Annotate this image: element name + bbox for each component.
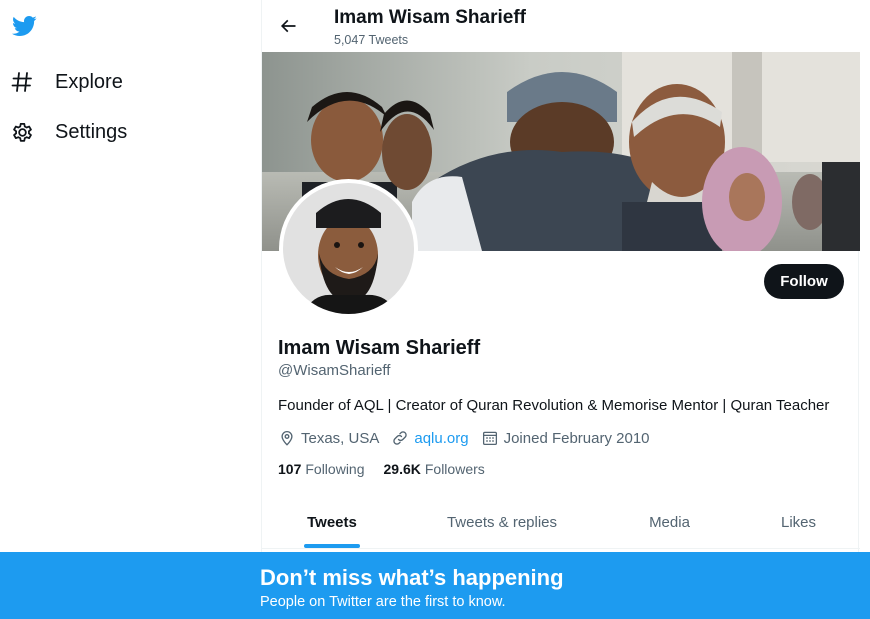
profile-location-text: Texas, USA <box>301 429 380 447</box>
calendar-icon <box>482 431 497 446</box>
nav-settings-label: Settings <box>55 120 128 143</box>
tab-media[interactable]: Media <box>602 496 737 548</box>
profile-column: Imam Wisam Sharieff 5,047 Tweets Follow … <box>261 0 860 619</box>
tab-tweets-label: Tweets <box>307 513 357 531</box>
profile-stats: 107 Following 29.6K Followers <box>278 461 504 477</box>
avatar-image <box>283 183 414 314</box>
profile-website[interactable]: aqlu.org <box>391 429 469 447</box>
tab-tweets-and-replies-label: Tweets & replies <box>446 513 558 531</box>
header-profile-name: Imam Wisam Sharieff <box>334 7 527 28</box>
tab-tweets[interactable]: Tweets <box>262 496 402 548</box>
arrow-left-icon <box>280 19 296 33</box>
nav-explore-label: Explore <box>55 70 123 93</box>
active-tab-indicator <box>304 544 360 548</box>
profile-avatar[interactable] <box>279 179 418 318</box>
following-count: 107 <box>278 461 302 477</box>
profile-bio: Founder of AQL | Creator of Quran Revolu… <box>278 397 830 414</box>
twitter-bird-icon[interactable] <box>10 13 38 39</box>
nav-item-settings[interactable]: Settings <box>8 112 127 152</box>
profile-handle: @WisamSharieff <box>278 362 391 379</box>
nav-item-explore[interactable]: Explore <box>8 62 123 102</box>
followers-stat[interactable]: 29.6K Followers <box>384 461 485 477</box>
following-stat[interactable]: 107 Following <box>278 461 365 477</box>
profile-website-link[interactable]: aqlu.org <box>414 430 468 447</box>
profile-joined: Joined February 2010 <box>481 429 650 447</box>
link-icon <box>393 431 408 445</box>
tab-media-label: Media <box>649 513 690 531</box>
location-pin-icon <box>281 431 293 446</box>
following-label: Following <box>305 461 365 477</box>
signup-banner-subtitle: People on Twitter are the first to know. <box>260 594 506 610</box>
hashtag-icon <box>8 68 36 96</box>
profile-header-bar: Imam Wisam Sharieff 5,047 Tweets <box>262 0 860 52</box>
follow-button[interactable]: Follow <box>764 264 844 299</box>
profile-joined-text: Joined February 2010 <box>503 429 650 447</box>
header-tweet-count: 5,047 Tweets <box>334 33 409 47</box>
profile-location: Texas, USA <box>278 429 379 447</box>
profile-meta: Texas, USA aqlu.org Joined February 2010 <box>278 428 662 448</box>
followers-label: Followers <box>424 461 485 477</box>
tab-tweets-and-replies[interactable]: Tweets & replies <box>402 496 602 548</box>
left-nav: Explore Settings <box>0 0 260 619</box>
gear-icon <box>8 118 36 146</box>
followers-count: 29.6K <box>383 461 421 477</box>
tab-likes[interactable]: Likes <box>737 496 860 548</box>
tab-likes-label: Likes <box>780 513 817 531</box>
signup-banner-title: Don’t miss what’s happening <box>260 565 564 590</box>
signup-banner: Don’t miss what’s happening People on Tw… <box>0 552 870 619</box>
back-button[interactable] <box>274 12 302 40</box>
profile-tabs: Tweets Tweets & replies Media Likes <box>262 496 860 549</box>
profile-display-name: Imam Wisam Sharieff <box>278 337 481 359</box>
